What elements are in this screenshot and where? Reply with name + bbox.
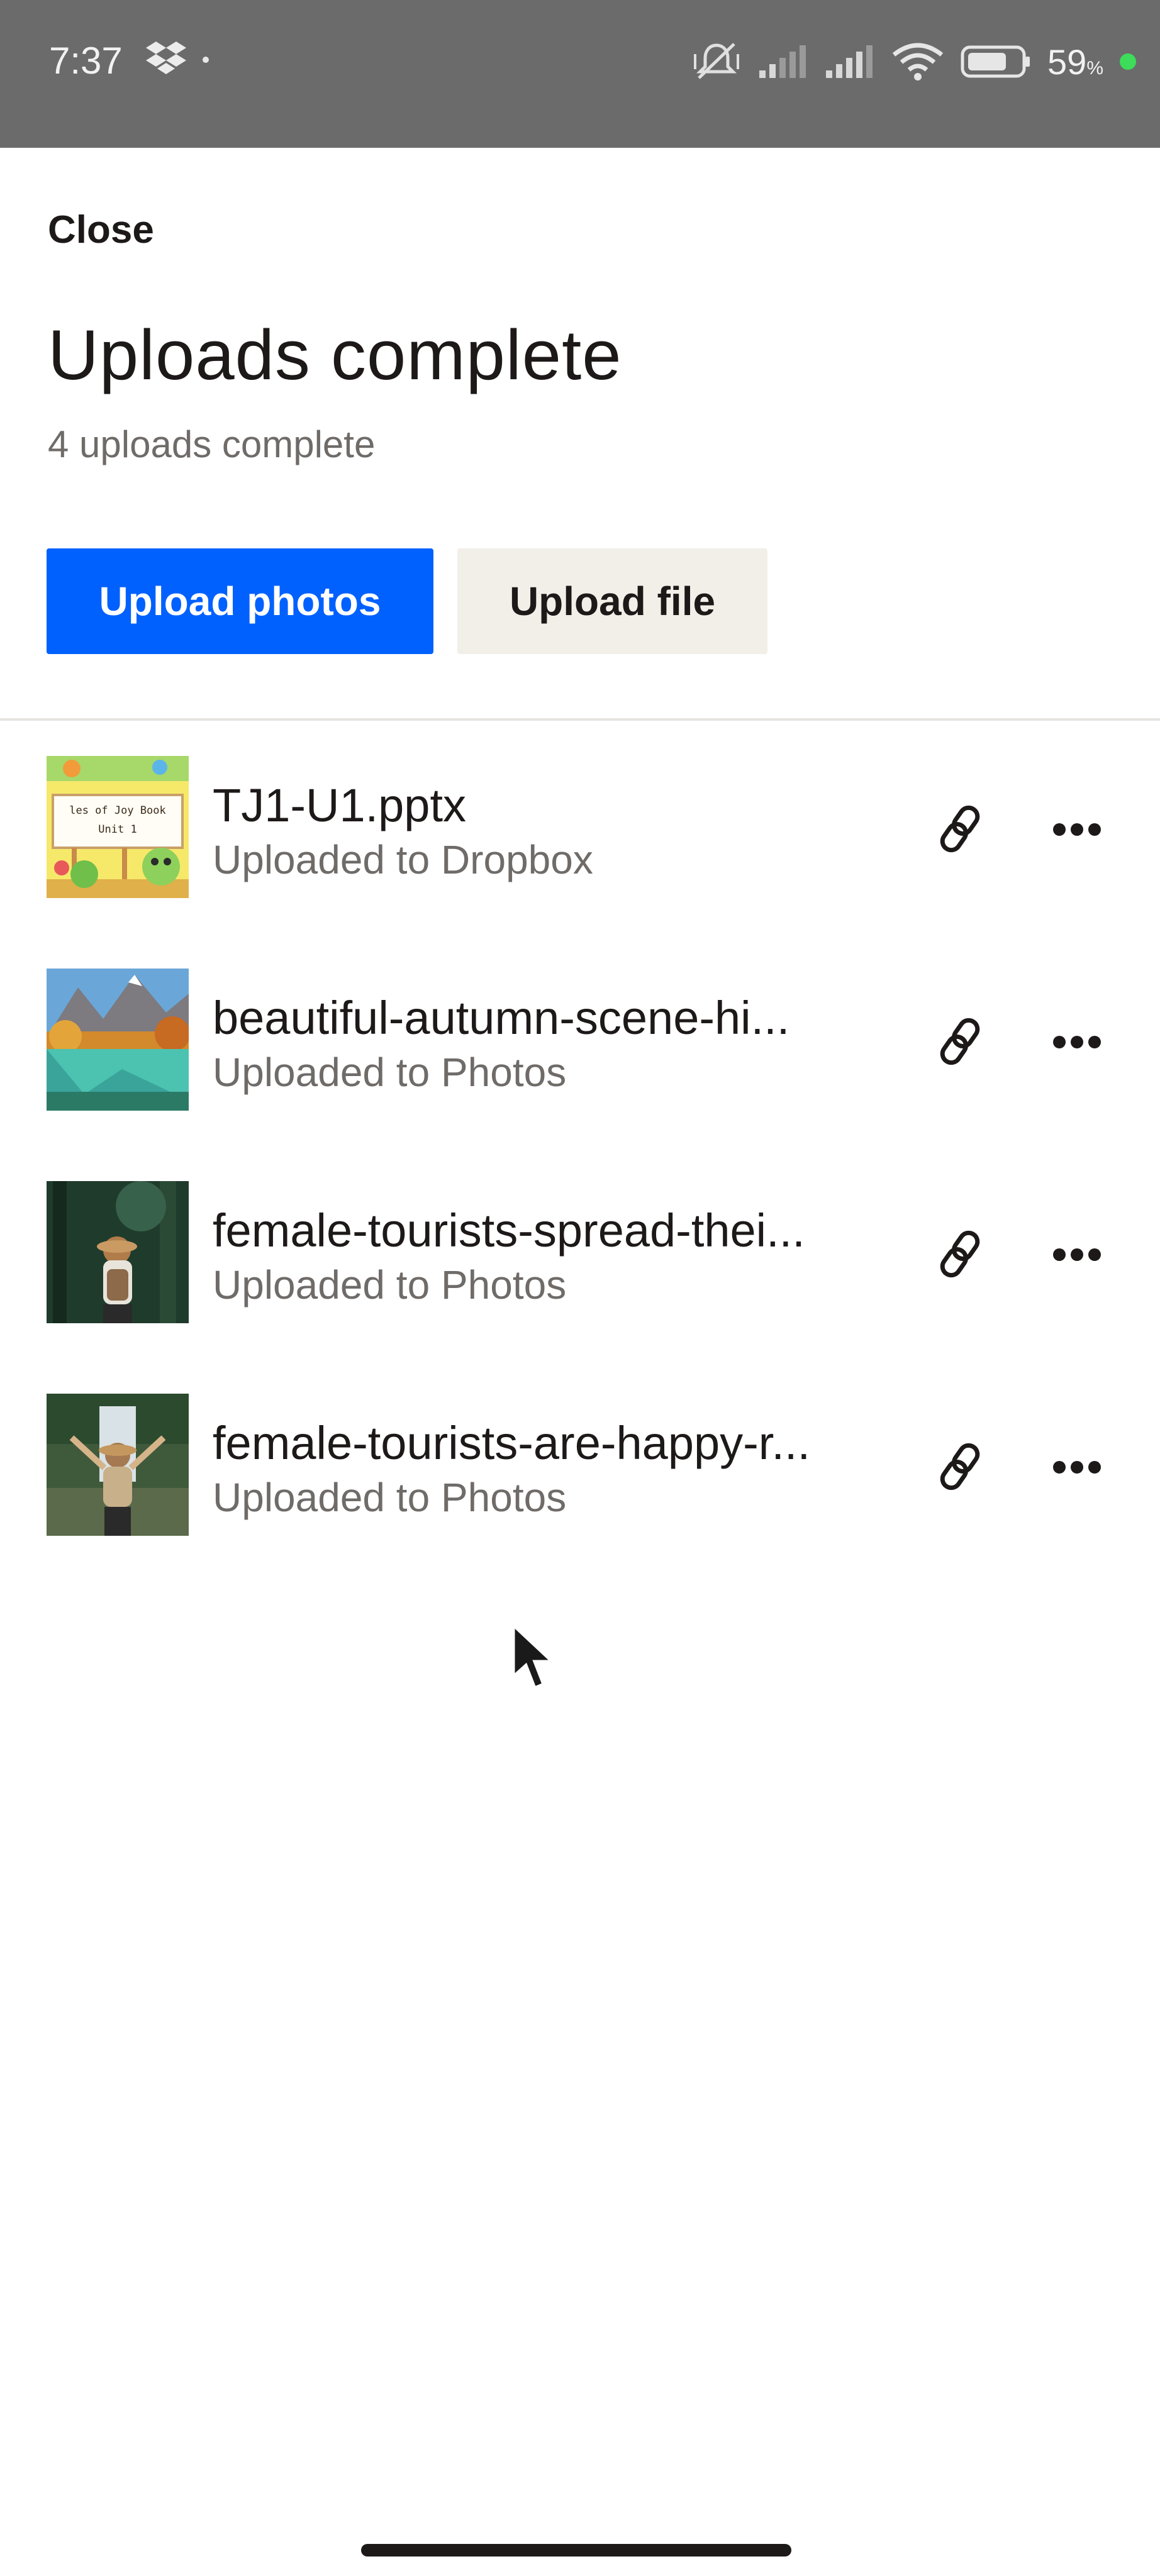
more-options-icon[interactable] [1047,1020,1107,1064]
copy-link-icon[interactable] [930,1224,990,1284]
copy-link-icon[interactable] [930,1011,990,1072]
battery-icon [961,45,1031,78]
file-thumbnail [47,969,189,1111]
svg-text:les of Joy Book: les of Joy Book [69,804,166,817]
upload-photos-button[interactable]: Upload photos [47,548,433,654]
more-options-icon[interactable] [1047,808,1107,852]
file-name: female-tourists-are-happy-r... [213,1417,811,1469]
list-item[interactable]: female-tourists-are-happy-r... Uploaded … [0,1392,1160,1605]
copy-link-icon[interactable] [930,1436,990,1497]
file-thumbnail [47,1181,189,1323]
signal-icon [825,44,875,79]
upload-status: Uploaded to Photos [213,1475,567,1520]
copy-link-icon[interactable] [930,799,990,859]
file-name: TJ1-U1.pptx [213,779,467,831]
signal-icon [758,44,808,79]
file-thumbnail: les of Joy Book Unit 1 [47,756,189,898]
list-item[interactable]: female-tourists-spread-thei... Uploaded … [0,1180,1160,1392]
privacy-indicator-dot [1120,53,1136,70]
more-options-icon[interactable] [1047,1445,1107,1489]
close-button[interactable]: Close [48,208,154,252]
status-bar: 7:37 59% [0,0,1160,148]
svg-text:Unit 1: Unit 1 [98,823,137,836]
page-title: Uploads complete [48,316,622,394]
notification-dot [203,57,209,63]
upload-status: Uploaded to Dropbox [213,837,593,882]
uploads-count: 4 uploads complete [48,423,376,465]
mouse-cursor-icon [510,1621,560,1693]
status-icons: 59% [691,39,1136,84]
battery-level: 59% [1047,42,1103,82]
file-name: female-tourists-spread-thei... [213,1204,805,1257]
more-options-icon[interactable] [1047,1233,1107,1277]
wifi-icon [891,42,944,81]
file-thumbnail [47,1394,189,1536]
dropbox-icon [146,42,186,75]
list-item[interactable]: les of Joy Book Unit 1 TJ1-U1.pptx Uploa… [0,755,1160,967]
status-time: 7:37 [49,40,123,82]
upload-status: Uploaded to Photos [213,1050,567,1095]
file-name: beautiful-autumn-scene-hi... [213,992,790,1044]
divider [0,718,1160,721]
home-indicator[interactable] [361,2544,791,2557]
upload-file-button[interactable]: Upload file [457,548,767,654]
upload-status: Uploaded to Photos [213,1262,567,1307]
list-item[interactable]: beautiful-autumn-scene-hi... Uploaded to… [0,967,1160,1180]
mute-icon [691,42,742,82]
uploads-list: les of Joy Book Unit 1 TJ1-U1.pptx Uploa… [0,755,1160,1605]
